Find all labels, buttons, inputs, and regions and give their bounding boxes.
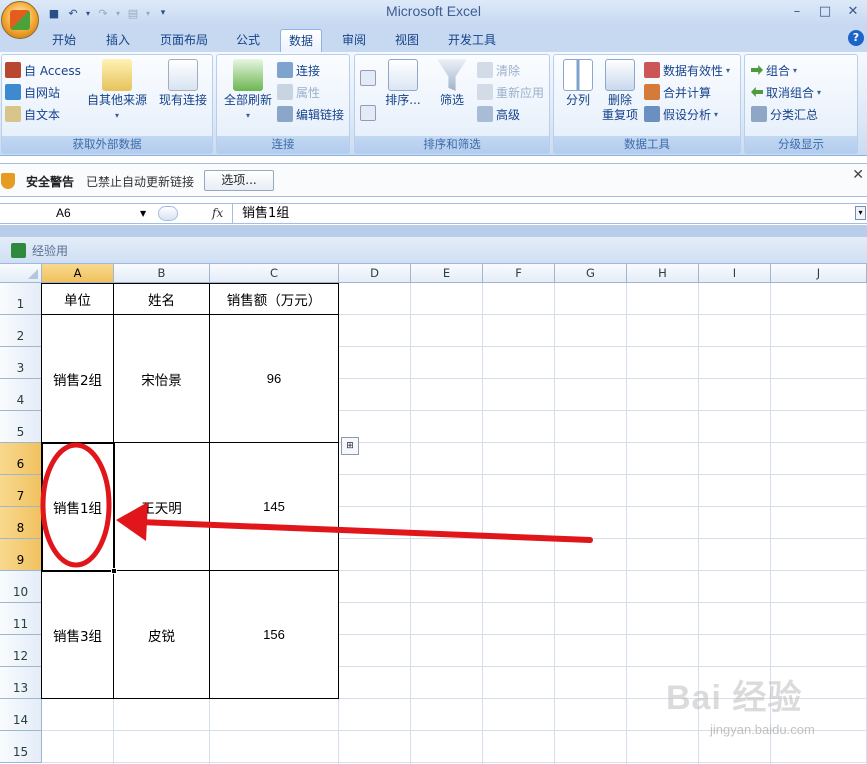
annotation-arrow-head [116, 502, 148, 541]
annotation-circle [40, 442, 112, 568]
annotation-arrow-line [137, 519, 593, 543]
annotation-overlay [40, 442, 593, 568]
office-logo-icon [10, 10, 30, 30]
office-button[interactable] [1, 1, 39, 39]
